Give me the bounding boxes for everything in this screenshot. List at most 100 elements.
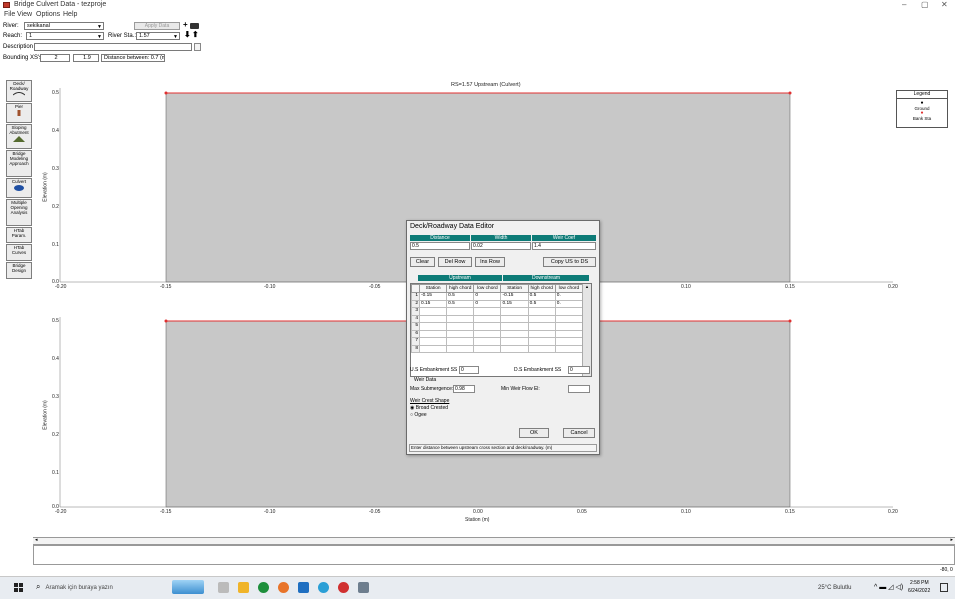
grid-cell[interactable]	[554, 329, 584, 338]
grid-cell[interactable]	[446, 314, 475, 323]
grid-cell[interactable]	[446, 322, 475, 331]
grid-cell[interactable]	[527, 344, 556, 353]
grid-cell[interactable]	[473, 344, 502, 353]
menu-file[interactable]: File	[4, 11, 15, 18]
maximize-button[interactable]: ▢	[921, 0, 929, 9]
clock-time[interactable]: 2:58 PM	[910, 580, 929, 586]
grid-cell[interactable]	[500, 322, 529, 331]
sloping-abutment-button[interactable]: Sloping Abutment	[6, 124, 32, 149]
grid-cell[interactable]: -0.15	[418, 292, 448, 301]
ins-row-button[interactable]: Ins Row	[475, 257, 505, 267]
grid-cell[interactable]	[446, 329, 475, 338]
notification-icon[interactable]	[940, 583, 948, 592]
grid-cell[interactable]: 0.15	[500, 299, 529, 308]
grid-cell[interactable]	[473, 329, 502, 338]
grid-cell[interactable]	[446, 307, 475, 316]
ds-embankment-input[interactable]: 0	[568, 366, 590, 374]
tray-icons[interactable]: ^ ▬ ◿ ◁)	[874, 583, 903, 591]
description-edit-button[interactable]	[194, 43, 201, 51]
grid-cell[interactable]	[554, 307, 584, 316]
grid-cell[interactable]	[418, 314, 448, 323]
weir-coef-input[interactable]: 1.4	[532, 242, 596, 250]
river-sta-select[interactable]: 1.57 ▼	[136, 32, 180, 40]
down-arrow-icon[interactable]: ⬇	[184, 31, 191, 39]
htab-curves-button[interactable]: HTab Curves	[6, 244, 32, 261]
grid-cell[interactable]	[500, 337, 529, 346]
grid-cell[interactable]	[418, 307, 448, 316]
river-select[interactable]: sekikanal ▼	[24, 22, 104, 30]
mail-icon[interactable]	[298, 582, 309, 593]
horizontal-scrollbar[interactable]: ◂ ▸	[33, 537, 955, 545]
scroll-left-icon[interactable]: ◂	[35, 537, 38, 543]
menu-options[interactable]: Options	[36, 11, 60, 18]
grid-cell[interactable]	[554, 322, 584, 331]
app-icon-orange[interactable]	[278, 582, 289, 593]
grid-cell[interactable]	[418, 337, 448, 346]
minimize-button[interactable]: –	[902, 0, 906, 9]
grid-cell[interactable]	[418, 329, 448, 338]
grid-cell[interactable]: -0.15	[500, 292, 529, 301]
grid-cell[interactable]	[418, 344, 448, 353]
htab-param-button[interactable]: HTab Param.	[6, 227, 32, 243]
menu-view[interactable]: View	[17, 11, 32, 18]
widget-thumbnail[interactable]	[172, 580, 204, 594]
grid-cell[interactable]	[473, 322, 502, 331]
cancel-button[interactable]: Cancel	[563, 428, 595, 438]
del-row-button[interactable]: Del Row	[438, 257, 472, 267]
edge-icon[interactable]	[318, 582, 329, 593]
grid-cell[interactable]	[500, 329, 529, 338]
grid-cell[interactable]	[527, 322, 556, 331]
grid-cell[interactable]	[554, 314, 584, 323]
grid-cell[interactable]: 0.15	[418, 299, 448, 308]
grid-cell[interactable]	[500, 344, 529, 353]
grid-cell[interactable]	[554, 337, 584, 346]
description-input[interactable]	[34, 43, 192, 51]
grid-cell[interactable]	[418, 322, 448, 331]
max-submergence-input[interactable]: 0.98	[453, 385, 475, 393]
close-button[interactable]: ✕	[941, 0, 948, 9]
grid-scrollbar[interactable]: ▲ ▼	[582, 284, 591, 376]
grid-cell[interactable]	[500, 307, 529, 316]
culvert-button[interactable]: Culvert	[6, 178, 32, 198]
menu-help[interactable]: Help	[63, 11, 77, 18]
ok-button[interactable]: OK	[519, 428, 549, 438]
distance-input[interactable]: 0.5	[410, 242, 470, 250]
task-view-icon[interactable]	[218, 582, 229, 593]
grid-cell[interactable]: 0.5	[527, 292, 556, 301]
windows-start-icon[interactable]	[14, 583, 23, 592]
multiple-opening-button[interactable]: Multiple Opening Analysis	[6, 199, 32, 226]
grid-cell[interactable]	[446, 344, 475, 353]
grid-cell[interactable]: 0.5	[446, 292, 475, 301]
grid-cell[interactable]	[473, 307, 502, 316]
ogee-radio[interactable]: ○ Ogee	[410, 412, 427, 418]
reach-select[interactable]: 1 ▼	[26, 32, 104, 40]
up-arrow-icon[interactable]: ⬆	[192, 31, 199, 39]
bridge-design-button[interactable]: Bridge Design	[6, 262, 32, 279]
pier-button[interactable]: Pier	[6, 103, 32, 123]
apply-data-button[interactable]: Apply Data	[134, 22, 180, 30]
grid-cell[interactable]	[500, 314, 529, 323]
grid-cell[interactable]	[473, 337, 502, 346]
hecras-icon[interactable]	[358, 582, 369, 593]
copy-us-to-ds-button[interactable]: Copy US to DS	[543, 257, 596, 267]
grid-cell[interactable]	[527, 329, 556, 338]
camera-icon[interactable]	[190, 23, 199, 29]
grid-cell[interactable]: 0.	[554, 292, 584, 301]
file-explorer-icon[interactable]	[238, 582, 249, 593]
opera-icon[interactable]	[338, 582, 349, 593]
grid-cell[interactable]	[473, 314, 502, 323]
weather-text[interactable]: 25°C Bulutlu	[818, 585, 851, 591]
broad-crested-radio[interactable]: ◉ Broad Crested	[410, 405, 448, 411]
grid-cell[interactable]: 0.5	[446, 299, 475, 308]
clock-date[interactable]: 6/24/2022	[908, 588, 930, 594]
grid-cell[interactable]	[527, 314, 556, 323]
bridge-modeling-approach-button[interactable]: Bridge Modeling Approach	[6, 150, 32, 177]
min-weir-flow-input[interactable]	[568, 385, 590, 393]
chrome-icon[interactable]	[258, 582, 269, 593]
grid-cell[interactable]	[446, 337, 475, 346]
grid-cell[interactable]: 0.5	[527, 299, 556, 308]
taskbar-search-box[interactable]: ⌕ Aramak için buraya yazın	[36, 582, 141, 594]
scroll-right-icon[interactable]: ▸	[950, 537, 953, 543]
scroll-up-icon[interactable]: ▲	[583, 284, 591, 290]
grid-cell[interactable]	[527, 307, 556, 316]
